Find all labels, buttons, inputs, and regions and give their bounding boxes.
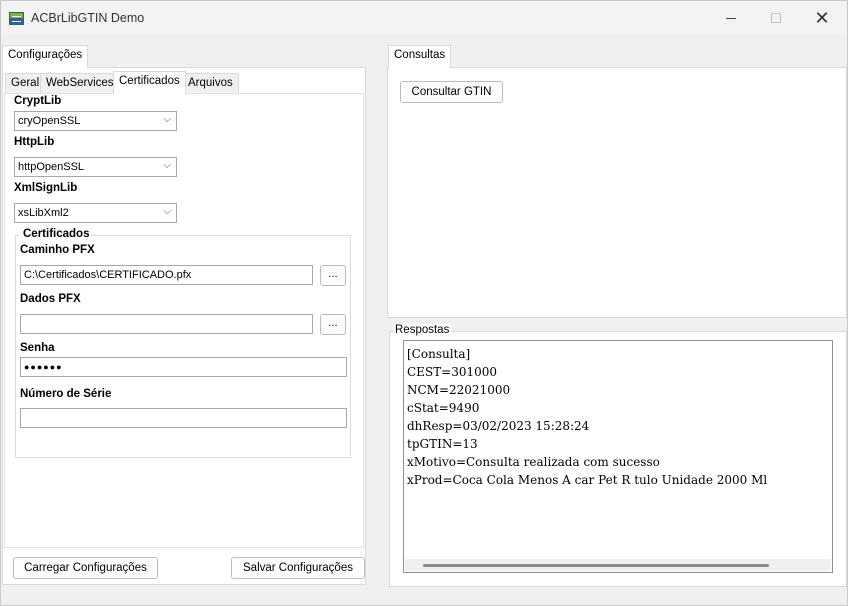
title-bar: ACBrLibGTIN Demo ✕ bbox=[1, 1, 847, 35]
respostas-content: [Consulta] CEST=301000 NCM=22021000 cSta… bbox=[407, 345, 767, 489]
senha-input[interactable]: ●●●●●● bbox=[20, 357, 347, 377]
respostas-memo[interactable]: [Consulta] CEST=301000 NCM=22021000 cSta… bbox=[403, 340, 833, 573]
numero-serie-input[interactable] bbox=[20, 408, 347, 428]
minimize-button[interactable] bbox=[708, 3, 754, 33]
tab-consultas[interactable]: Consultas bbox=[388, 45, 452, 68]
response-line: xMotivo=Consulta realizada com sucesso bbox=[407, 455, 660, 469]
tab-configuracoes[interactable]: Configurações bbox=[2, 45, 89, 68]
consultar-gtin-button[interactable]: Consultar GTIN bbox=[400, 81, 503, 103]
tab-certificados[interactable]: Certificados bbox=[113, 71, 186, 94]
browse-pfx-button[interactable]: ... bbox=[320, 265, 346, 286]
dados-pfx-label: Dados PFX bbox=[20, 293, 81, 305]
caminho-pfx-label: Caminho PFX bbox=[20, 244, 95, 256]
cryptlib-label: CryptLib bbox=[14, 95, 62, 107]
httplib-label: HttpLib bbox=[14, 136, 55, 148]
caminho-pfx-input[interactable]: C:\Certificados\CERTIFICADO.pfx bbox=[20, 265, 313, 285]
chevron-down-icon: ⌵ bbox=[163, 114, 171, 125]
respostas-label: Respostas bbox=[393, 324, 452, 336]
response-line: tpGTIN=13 bbox=[407, 437, 478, 451]
maximize-icon bbox=[771, 13, 781, 23]
cryptlib-value: cryOpenSSL bbox=[18, 115, 81, 127]
tab-arquivos[interactable]: Arquivos bbox=[182, 73, 239, 94]
numero-serie-label: Número de Série bbox=[20, 388, 112, 400]
scrollbar-thumb[interactable] bbox=[423, 564, 769, 567]
close-icon: ✕ bbox=[814, 8, 830, 28]
consultas-panel bbox=[387, 67, 847, 318]
httplib-value: httpOpenSSL bbox=[18, 161, 85, 173]
app-window: ACBrLibGTIN Demo ✕ Configurações Geral W… bbox=[0, 0, 848, 606]
cryptlib-select[interactable]: cryOpenSSL ⌵ bbox=[14, 111, 177, 131]
response-line: dhResp=03/02/2023 15:28:24 bbox=[407, 419, 590, 433]
salvar-configuracoes-button[interactable]: Salvar Configurações bbox=[231, 557, 365, 579]
response-line: [Consulta] bbox=[407, 347, 471, 361]
certificados-group-title: Certificados bbox=[20, 228, 93, 240]
xmlsignlib-label: XmlSignLib bbox=[14, 182, 78, 194]
xmlsignlib-value: xsLibXml2 bbox=[18, 207, 69, 219]
chevron-down-icon: ⌵ bbox=[163, 206, 171, 217]
httplib-select[interactable]: httpOpenSSL ⌵ bbox=[14, 157, 177, 177]
window-title: ACBrLibGTIN Demo bbox=[31, 11, 145, 25]
carregar-configuracoes-button[interactable]: Carregar Configurações bbox=[13, 557, 158, 579]
senha-label: Senha bbox=[20, 342, 55, 354]
chevron-down-icon: ⌵ bbox=[163, 160, 171, 171]
response-line: NCM=22021000 bbox=[407, 383, 511, 397]
app-logo-icon bbox=[9, 12, 24, 25]
dados-pfx-input[interactable] bbox=[20, 314, 313, 334]
tab-webservices[interactable]: WebServices bbox=[40, 73, 120, 94]
response-line: cStat=9490 bbox=[407, 401, 480, 415]
browse-dados-button[interactable]: ... bbox=[320, 314, 346, 335]
minimize-icon bbox=[726, 17, 736, 19]
horizontal-scrollbar[interactable] bbox=[405, 559, 831, 571]
response-line: xProd=Coca Cola Menos A car Pet R tulo U… bbox=[407, 473, 768, 487]
xmlsignlib-select[interactable]: xsLibXml2 ⌵ bbox=[14, 203, 177, 223]
maximize-button[interactable] bbox=[753, 3, 799, 33]
close-button[interactable]: ✕ bbox=[799, 3, 845, 33]
response-line: CEST=301000 bbox=[407, 365, 498, 379]
